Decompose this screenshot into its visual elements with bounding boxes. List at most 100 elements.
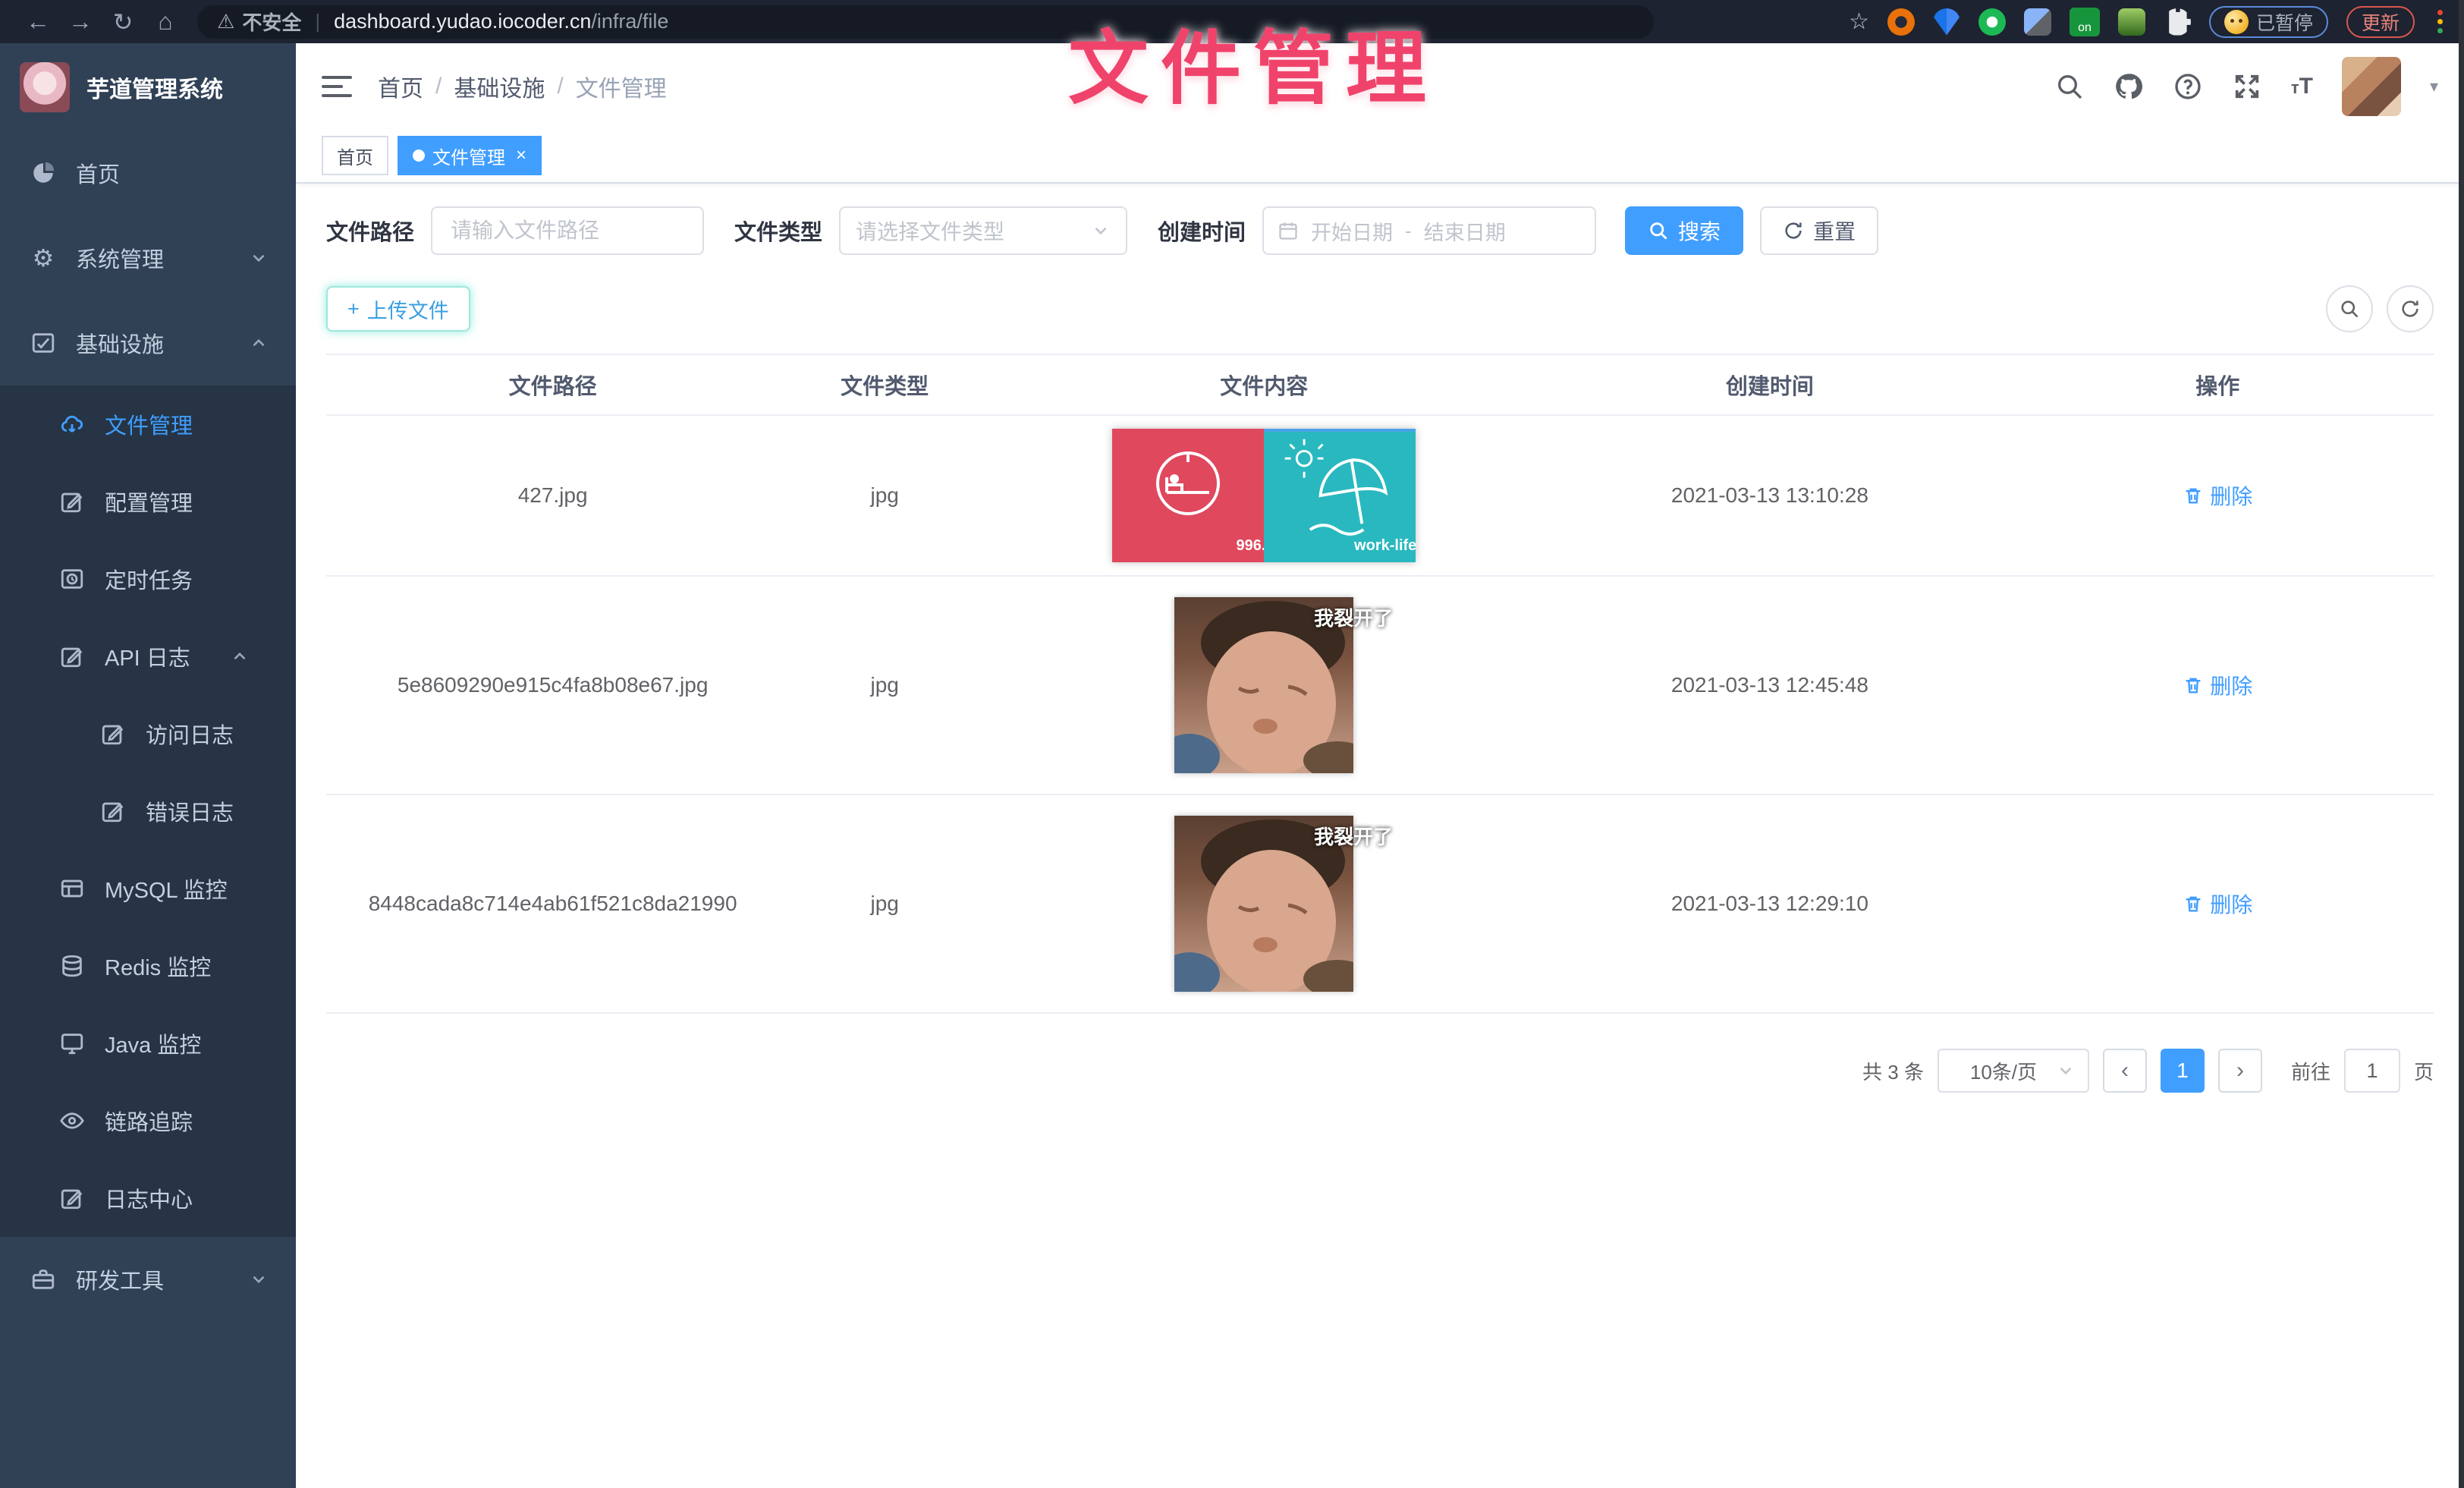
- create-time-label: 创建时间: [1158, 215, 1246, 247]
- breadcrumb-current: 文件管理: [576, 70, 667, 103]
- upload-file-button[interactable]: + 上传文件: [326, 286, 470, 332]
- font-size-icon[interactable]: тT: [2291, 74, 2313, 99]
- sidebar-item-job[interactable]: 定时任务: [0, 540, 296, 618]
- breadcrumb: 首页 / 基础设施 / 文件管理: [378, 70, 667, 103]
- calendar-icon: [1278, 220, 1299, 241]
- search-icon: [2339, 298, 2360, 319]
- search-button[interactable]: 搜索: [1625, 206, 1743, 255]
- app-title: 芋道管理系统: [86, 71, 223, 104]
- extension-icon[interactable]: [1978, 8, 2006, 36]
- chevron-up-icon: [249, 333, 269, 353]
- pagination: 共 3 条 10条/页 ‹ 1 › 前往 页: [326, 1049, 2434, 1123]
- extension-icon[interactable]: [2118, 8, 2145, 36]
- fullscreen-icon[interactable]: [2232, 71, 2262, 102]
- browser-forward-icon[interactable]: →: [59, 8, 102, 36]
- chevron-down-icon: [1091, 221, 1111, 241]
- delete-button[interactable]: 删除: [2183, 480, 2252, 511]
- main-area: 首页 / 基础设施 / 文件管理 тT ▾ 首页 文件管理: [296, 43, 2464, 1488]
- chrome-update-button[interactable]: 更新: [2346, 6, 2415, 38]
- sidebar-item-java[interactable]: Java 监控: [0, 1005, 296, 1082]
- extension-icon[interactable]: [2024, 8, 2051, 36]
- tag-home[interactable]: 首页: [322, 136, 388, 175]
- url-host: dashboard.yudao.iocoder.cn: [334, 10, 591, 33]
- browser-home-icon[interactable]: ⌂: [144, 8, 187, 36]
- next-page-button[interactable]: ›: [2218, 1049, 2262, 1093]
- extension-icon[interactable]: [1933, 8, 1960, 36]
- date-range-picker[interactable]: 开始日期 - 结束日期: [1262, 206, 1596, 255]
- goto-page-input[interactable]: [2344, 1049, 2400, 1093]
- top-navbar: 首页 / 基础设施 / 文件管理 тT ▾: [296, 43, 2464, 129]
- tag-file-manage[interactable]: 文件管理 ×: [398, 136, 542, 175]
- search-icon[interactable]: [2054, 71, 2085, 102]
- extension-icon[interactable]: [1887, 8, 1915, 36]
- file-path-input[interactable]: [431, 206, 704, 255]
- refresh-table-button[interactable]: [2387, 285, 2434, 332]
- address-bar[interactable]: ⚠ 不安全 | dashboard.yudao.iocoder.cn /infr…: [197, 5, 1654, 39]
- sidebar-item-config[interactable]: 配置管理: [0, 463, 296, 540]
- bookmark-star-icon[interactable]: ☆: [1849, 8, 1869, 35]
- file-preview-image[interactable]: 我裂开了: [1174, 597, 1353, 773]
- app-logo-row[interactable]: 芋道管理系统: [0, 43, 296, 131]
- user-avatar[interactable]: [2342, 57, 2401, 116]
- file-preview-image[interactable]: 我裂开了: [1174, 816, 1353, 992]
- cell-file-type: jpg: [779, 483, 990, 508]
- infra-submenu: 文件管理 配置管理 定时任务 API 日志 访问日志: [0, 385, 296, 1237]
- 996icu-panel: 996.ICU: [1112, 429, 1264, 562]
- browser-back-icon[interactable]: ←: [17, 8, 59, 36]
- collapse-sidebar-icon[interactable]: [322, 76, 352, 97]
- app-logo: [20, 62, 70, 112]
- reset-button[interactable]: 重置: [1760, 206, 1878, 255]
- sidebar-item-error-log[interactable]: 错误日志: [0, 772, 296, 850]
- col-actions: 操作: [2001, 369, 2433, 401]
- toggle-search-button[interactable]: [2326, 285, 2373, 332]
- sidebar-item-label: Redis 监控: [105, 950, 211, 982]
- user-caret-icon[interactable]: ▾: [2430, 77, 2438, 96]
- dashboard-icon: [30, 160, 56, 186]
- sidebar-item-log-center[interactable]: 日志中心: [0, 1159, 296, 1237]
- chevron-down-icon: [249, 1269, 269, 1289]
- file-table: 文件路径 文件类型 文件内容 创建时间 操作 427.jpg jpg: [326, 354, 2434, 1014]
- browser-menu-icon[interactable]: [2433, 10, 2447, 33]
- extension-on-icon[interactable]: on: [2070, 8, 2100, 36]
- security-label[interactable]: 不安全: [242, 8, 301, 36]
- page-number-active[interactable]: 1: [2161, 1049, 2205, 1093]
- start-date-placeholder[interactable]: 开始日期: [1311, 216, 1393, 246]
- trash-icon: [2183, 893, 2204, 914]
- breadcrumb-home[interactable]: 首页: [378, 70, 423, 103]
- cell-file-path: 5e8609290e915c4fa8b08e67.jpg: [326, 673, 779, 697]
- sidebar-item-mysql[interactable]: MySQL 监控: [0, 850, 296, 927]
- cell-file-path: 427.jpg: [326, 483, 779, 508]
- delete-button[interactable]: 删除: [2183, 670, 2252, 700]
- file-type-select[interactable]: 请选择文件类型: [839, 206, 1127, 255]
- sidebar-item-label: 基础设施: [76, 327, 164, 359]
- breadcrumb-infra[interactable]: 基础设施: [454, 70, 545, 103]
- delete-button[interactable]: 删除: [2183, 889, 2252, 919]
- col-file-path: 文件路径: [326, 369, 779, 401]
- sidebar-item-api-log[interactable]: API 日志: [0, 618, 296, 695]
- browser-reload-icon[interactable]: ↻: [102, 8, 144, 36]
- page-size-select[interactable]: 10条/页: [1938, 1049, 2089, 1093]
- help-icon[interactable]: [2173, 71, 2203, 102]
- sidebar-item-dev-tools[interactable]: 研发工具: [0, 1237, 296, 1322]
- trash-icon: [2183, 675, 2204, 696]
- sidebar-item-access-log[interactable]: 访问日志: [0, 695, 296, 772]
- sidebar-item-redis[interactable]: Redis 监控: [0, 927, 296, 1005]
- sidebar-item-home[interactable]: 首页: [0, 131, 296, 215]
- address-divider: |: [315, 10, 320, 33]
- sidebar-item-label: MySQL 监控: [105, 873, 228, 904]
- paused-label: 已暂停: [2256, 8, 2313, 36]
- sidebar-item-infra[interactable]: 基础设施: [0, 300, 296, 385]
- end-date-placeholder[interactable]: 结束日期: [1424, 216, 1506, 246]
- prev-page-button[interactable]: ‹: [2103, 1049, 2147, 1093]
- close-icon[interactable]: ×: [516, 145, 526, 166]
- sidebar-item-trace[interactable]: 链路追踪: [0, 1082, 296, 1159]
- github-icon[interactable]: [2114, 71, 2144, 102]
- cell-created: 2021-03-13 12:45:48: [1538, 673, 2001, 697]
- cell-file-content: 996.ICU work-life balance: [990, 429, 1538, 562]
- profile-paused-badge[interactable]: 已暂停: [2209, 6, 2328, 38]
- sidebar-item-system[interactable]: ⚙ 系统管理: [0, 215, 296, 300]
- puzzle-extensions-icon[interactable]: [2164, 8, 2191, 36]
- file-preview-image[interactable]: 996.ICU work-life balance: [1112, 429, 1416, 562]
- sidebar-item-label: API 日志: [105, 640, 190, 672]
- sidebar-item-file-manage[interactable]: 文件管理: [0, 385, 296, 463]
